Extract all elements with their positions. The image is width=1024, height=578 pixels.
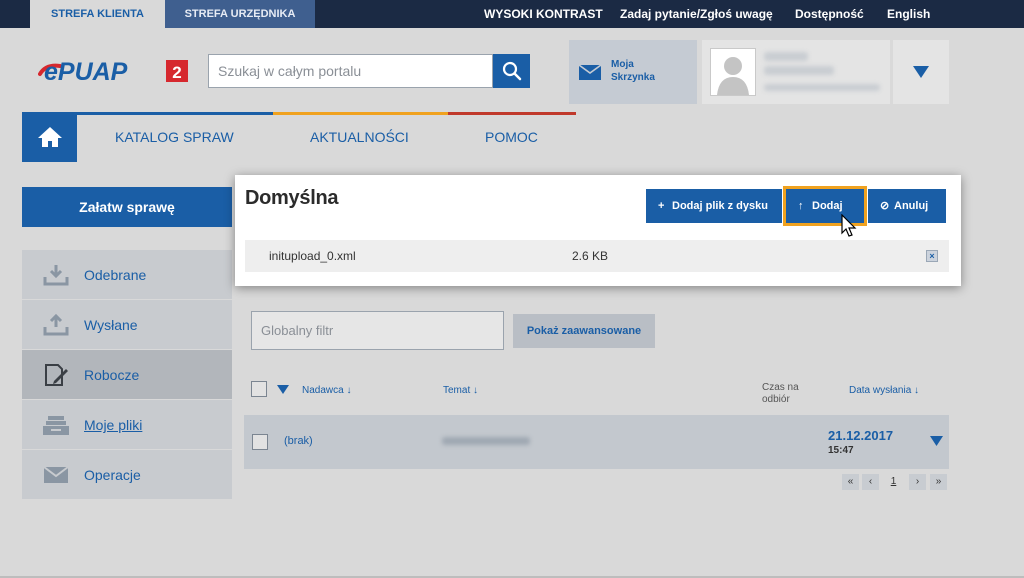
logo-text: ePUAP (44, 58, 128, 84)
user-email-blurred (764, 84, 880, 91)
mailbox-label: Moja Skrzynka (611, 58, 681, 84)
envelope-icon (579, 65, 601, 80)
pager-next[interactable]: › (909, 474, 926, 490)
sidebar-item-label: Odebrane (84, 267, 147, 283)
pager-first[interactable]: « (842, 474, 859, 490)
my-mailbox-button[interactable]: Moja Skrzynka (569, 40, 697, 104)
mailbox-label-line1: Moja (611, 59, 634, 70)
envelope-icon (43, 466, 69, 483)
upload-panel-title: Domyślna (245, 187, 339, 209)
row-date: 21.12.2017 (828, 428, 894, 443)
outbox-upload-icon (43, 313, 69, 336)
mailbox-label-line2: Skrzynka (611, 72, 655, 83)
tab-client-zone[interactable]: STREFA KLIENTA (30, 0, 165, 28)
chevron-down-icon (913, 66, 929, 78)
cancel-label: Anuluj (894, 200, 929, 212)
user-name-blurred (764, 52, 808, 61)
table-row[interactable]: (brak) 21.12.2017 15:47 (244, 415, 949, 469)
logo-version: 2 (172, 63, 181, 82)
nav-pomoc[interactable]: POMOC (485, 129, 538, 145)
remove-file-button[interactable]: × (926, 250, 938, 262)
tab-official-zone[interactable]: STREFA URZĘDNIKA (165, 0, 315, 28)
nav-accent-red (448, 112, 576, 115)
row-sender: (brak) (284, 435, 313, 447)
top-bar: STREFA KLIENTA STREFA URZĘDNIKA WYSOKI K… (0, 0, 1024, 28)
column-header-sender[interactable]: Nadawca ↓ (302, 385, 351, 396)
file-name: initupload_0.xml (269, 249, 356, 263)
mouse-cursor-icon (841, 214, 857, 237)
pager-prev[interactable]: ‹ (862, 474, 879, 490)
sidebar-item-label: Moje pliki (84, 417, 143, 433)
reply-time-line2: odbiór (762, 394, 790, 405)
avatar (710, 48, 756, 96)
nav-katalog-spraw[interactable]: KATALOG SPRAW (115, 129, 234, 145)
row-subject-blurred (442, 437, 530, 445)
user-profile[interactable] (702, 40, 890, 104)
accessibility-link[interactable]: Dostępność (795, 0, 864, 28)
file-size: 2.6 KB (572, 249, 609, 263)
user-silhouette-icon (717, 57, 749, 95)
search-icon (502, 61, 521, 81)
sidebar-item-label: Robocze (84, 367, 140, 383)
sort-toggle-icon[interactable] (277, 385, 289, 394)
high-contrast-link[interactable]: WYSOKI KONTRAST (484, 0, 603, 28)
cancel-button[interactable]: ⊘ Anuluj (868, 189, 946, 223)
pager-last[interactable]: » (930, 474, 947, 490)
user-surname-blurred (764, 66, 834, 75)
select-all-checkbox[interactable] (251, 381, 267, 397)
show-advanced-button[interactable]: Pokaż zaawansowane (513, 314, 655, 348)
files-tray-icon (43, 416, 69, 435)
sidebar-menu: Odebrane Wysłane Robocze Moje pliki Oper… (22, 250, 232, 500)
row-time: 15:47 (828, 445, 854, 456)
sidebar-item-label: Wysłane (84, 317, 138, 333)
upload-arrow-icon: ↑ (798, 200, 804, 212)
column-header-reply-time: Czas na odbiór (762, 382, 799, 406)
nav-accent-orange (273, 112, 448, 115)
draft-edit-icon (45, 364, 68, 386)
row-checkbox[interactable] (252, 434, 268, 450)
search-button[interactable] (493, 54, 530, 88)
handle-matter-button[interactable]: Załatw sprawę (22, 187, 232, 227)
sidebar-item-robocze[interactable]: Robocze (22, 350, 232, 400)
sidebar-item-wyslane[interactable]: Wysłane (22, 300, 232, 350)
user-menu-toggle[interactable] (893, 40, 949, 104)
add-label: Dodaj (812, 200, 843, 212)
global-filter-input[interactable]: Globalny filtr (251, 311, 504, 350)
sidebar-item-label: Operacje (84, 467, 141, 483)
column-header-sent-date[interactable]: Data wysłania ↓ (849, 385, 919, 396)
sidebar-item-moje-pliki[interactable]: Moje pliki (22, 400, 232, 450)
sidebar-item-operacje[interactable]: Operacje (22, 450, 232, 500)
nav-accent-blue (77, 112, 273, 115)
home-button[interactable] (22, 112, 77, 162)
pager-page-1[interactable]: 1 (885, 474, 902, 490)
inbox-download-icon (43, 265, 69, 286)
reply-time-line1: Czas na (762, 382, 799, 393)
sidebar-item-odebrane[interactable]: Odebrane (22, 250, 232, 300)
plus-icon: + (658, 200, 665, 212)
search-input[interactable]: Szukaj w całym portalu (208, 54, 493, 88)
cancel-icon: ⊘ (880, 200, 890, 212)
english-link[interactable]: English (887, 0, 930, 28)
home-icon (37, 127, 62, 147)
epuap-logo[interactable]: ePUAP 2 (38, 58, 188, 84)
nav-aktualnosci[interactable]: AKTUALNOŚCI (310, 129, 409, 145)
ask-question-link[interactable]: Zadaj pytanie/Zgłoś uwagę (620, 0, 773, 28)
uploaded-file-row: initupload_0.xml 2.6 KB × (245, 240, 949, 272)
row-expand-icon[interactable] (930, 436, 943, 446)
column-header-subject[interactable]: Temat ↓ (443, 385, 478, 396)
add-file-label: Dodaj plik z dysku (672, 200, 768, 212)
add-file-from-disk-button[interactable]: + Dodaj plik z dysku (646, 189, 782, 223)
